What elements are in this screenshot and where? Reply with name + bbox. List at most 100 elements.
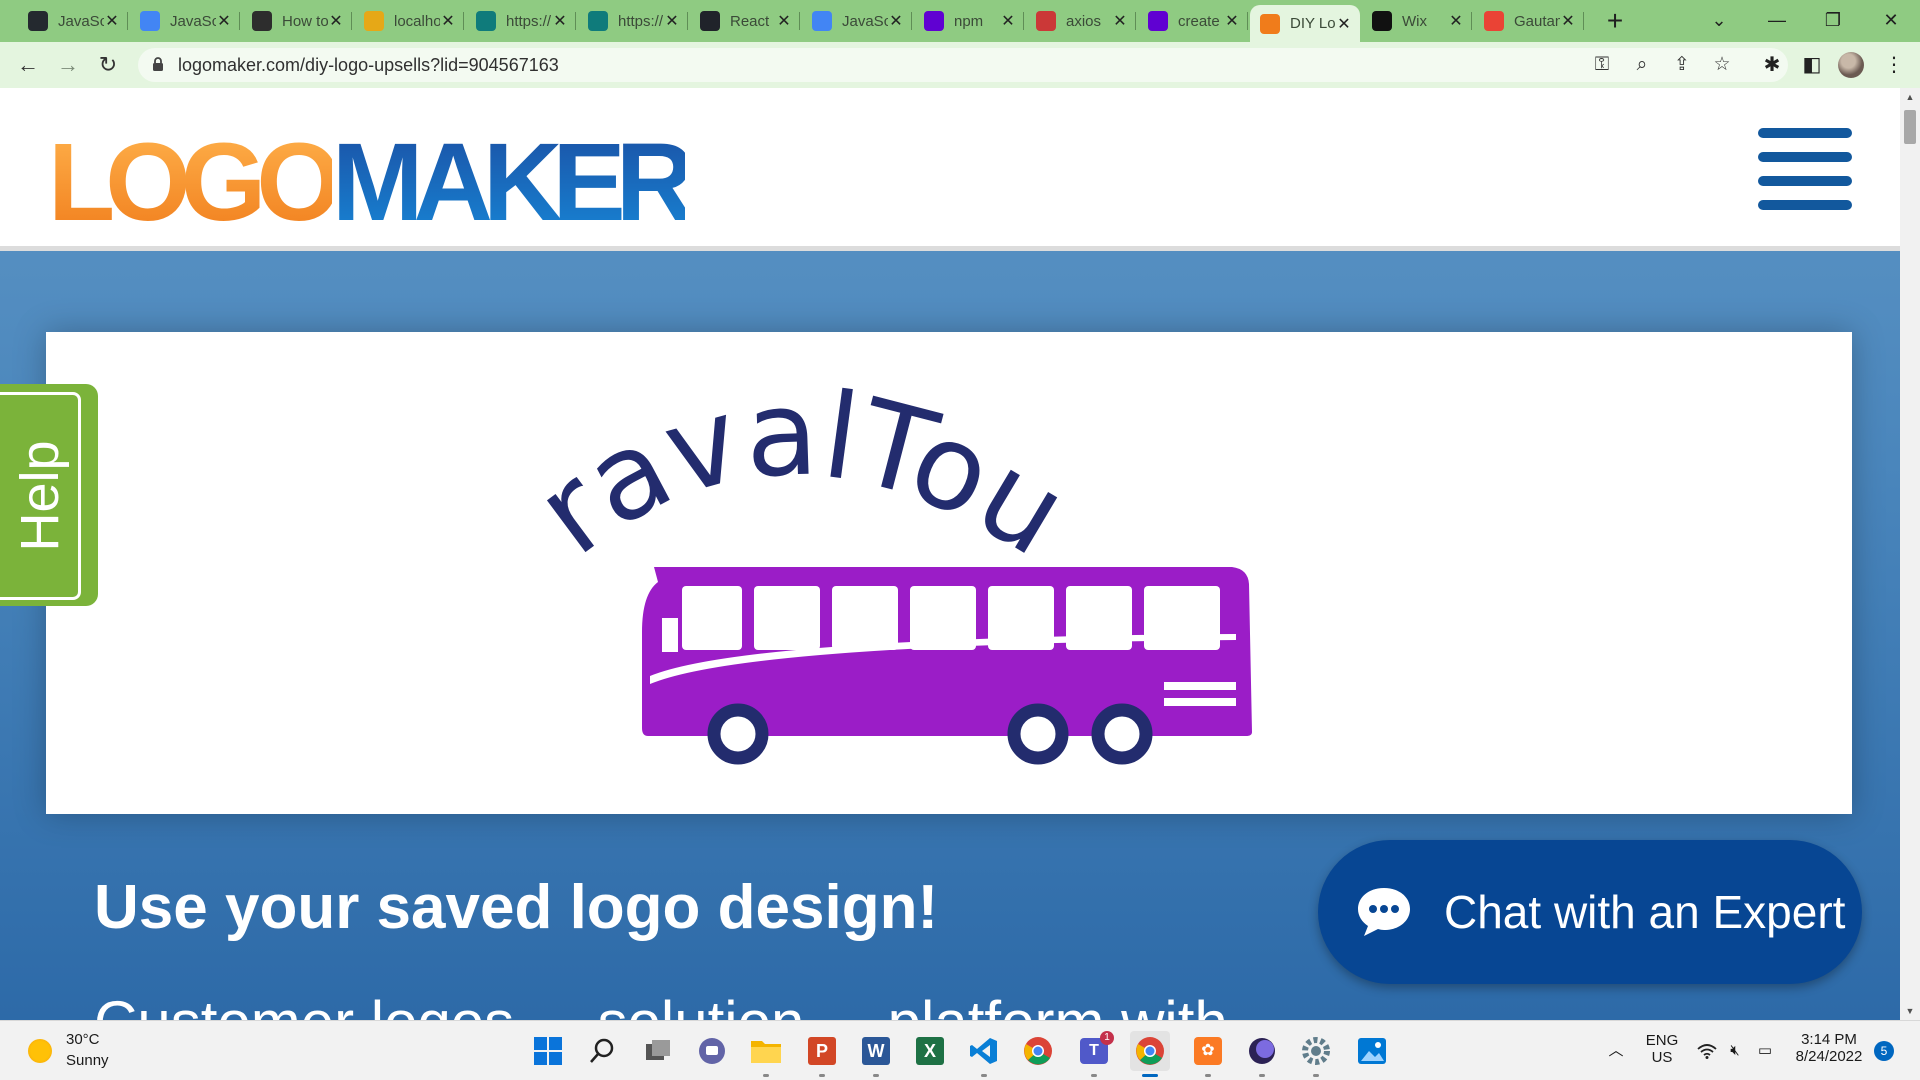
reload-button[interactable]: ↻ (92, 49, 124, 81)
wifi-icon[interactable] (1694, 1021, 1720, 1080)
browser-tab[interactable]: JavaScript✕ (802, 5, 912, 37)
vscode-icon[interactable] (966, 1033, 1002, 1077)
tab-close-icon[interactable]: ✕ (1112, 11, 1128, 31)
side-panel-icon[interactable]: ◧ (1796, 49, 1828, 81)
eclipse-icon[interactable] (1244, 1033, 1280, 1077)
tab-close-icon[interactable]: ✕ (1000, 11, 1016, 31)
address-bar[interactable]: logomaker.com/diy-logo-upsells?lid=90456… (138, 48, 1788, 82)
desktop-screen: JavaScript✕JavaScript✕How to✕localhost✕h… (0, 0, 1920, 1080)
wix-icon (1372, 11, 1392, 31)
tab-title: npm (954, 12, 984, 30)
tab-close-icon[interactable]: ✕ (1224, 11, 1240, 31)
scroll-down-arrow-icon[interactable]: ▼ (1900, 1002, 1920, 1020)
browser-tab[interactable]: JavaScript✕ (18, 5, 128, 37)
windows-logo-icon (534, 1037, 562, 1065)
browser-tab[interactable]: How to ✕ (242, 5, 352, 37)
close-window-button[interactable]: ✕ (1866, 0, 1916, 42)
word-icon[interactable]: W (858, 1033, 894, 1077)
weather-description[interactable]: Sunny (66, 1052, 109, 1069)
browser-tab[interactable]: Gautam✕ (1474, 5, 1584, 37)
forward-button[interactable]: → (52, 49, 84, 81)
tab-close-icon[interactable]: ✕ (552, 11, 568, 31)
running-indicator (1205, 1074, 1211, 1077)
browser-tab[interactable]: JavaScript✕ (130, 5, 240, 37)
running-indicator (1259, 1074, 1265, 1077)
language-indicator[interactable]: ENG US (1640, 1021, 1684, 1080)
browser-tab[interactable]: https://✕ (466, 5, 576, 37)
extensions-icon[interactable]: ✱ (1756, 49, 1788, 81)
browser-tab[interactable]: Wix ✕ (1362, 5, 1472, 37)
tab-close-icon[interactable]: ✕ (1448, 11, 1464, 31)
sun-icon[interactable] (28, 1039, 52, 1063)
search-icon[interactable] (584, 1033, 620, 1069)
tab-title: Wix (1402, 12, 1427, 30)
browser-tab[interactable]: DIY Logo✕ (1250, 5, 1360, 42)
share-icon[interactable]: ⇪ (1667, 50, 1697, 80)
back-button[interactable]: ← (12, 49, 44, 81)
tab-separator (687, 12, 688, 30)
browser-tab[interactable]: React ✕ (690, 5, 800, 37)
url-text[interactable]: logomaker.com/diy-logo-upsells?lid=90456… (178, 48, 559, 82)
tab-close-icon[interactable]: ✕ (664, 11, 680, 31)
settings-gear-icon[interactable] (1298, 1033, 1334, 1077)
browser-tab[interactable]: axios ✕ (1026, 5, 1136, 37)
scrollbar-thumb[interactable] (1904, 110, 1916, 144)
tab-search-icon[interactable]: ⌄ (1694, 0, 1744, 42)
chrome-profile-icon[interactable] (1130, 1031, 1170, 1077)
tab-close-icon[interactable]: ✕ (216, 11, 232, 31)
scroll-up-arrow-icon[interactable]: ▲ (1900, 88, 1920, 106)
teams-icon[interactable]: T 1 (1076, 1031, 1114, 1077)
hamburger-bar (1758, 152, 1852, 162)
powerpoint-icon[interactable]: P (804, 1033, 840, 1077)
clock[interactable]: 3:14 PM 8/24/2022 (1786, 1021, 1872, 1080)
weather-temperature[interactable]: 30°C (66, 1031, 100, 1048)
help-label: Help (10, 440, 70, 552)
browser-tab[interactable]: https://✕ (578, 5, 688, 37)
excel-icon[interactable]: X (912, 1033, 948, 1069)
password-key-icon[interactable]: ⚿ (1587, 50, 1617, 80)
tab-title: JavaScript (842, 12, 888, 30)
menu-kebab-icon[interactable]: ⋮ (1878, 49, 1910, 81)
tab-close-icon[interactable]: ✕ (888, 11, 904, 31)
browser-tab[interactable]: localhost✕ (354, 5, 464, 37)
hamburger-bar (1758, 200, 1852, 210)
tab-close-icon[interactable]: ✕ (328, 11, 344, 31)
bookmark-star-icon[interactable]: ☆ (1707, 50, 1737, 80)
xampp-icon[interactable]: ✿ (1190, 1033, 1226, 1077)
active-indicator (1142, 1074, 1158, 1077)
notification-badge[interactable]: 5 (1874, 1041, 1894, 1061)
photos-icon[interactable] (1354, 1033, 1390, 1069)
running-indicator (763, 1074, 769, 1077)
start-windows-icon[interactable] (530, 1033, 566, 1069)
chrome-icon[interactable] (1020, 1033, 1056, 1069)
tab-title: JavaScript (170, 12, 216, 30)
tab-close-icon[interactable]: ✕ (776, 11, 792, 31)
battery-icon[interactable]: ▭ (1752, 1021, 1778, 1080)
tab-close-icon[interactable]: ✕ (1560, 11, 1576, 31)
new-tab-button[interactable]: + (1598, 4, 1632, 38)
show-hidden-icons-chevron[interactable]: ︿ (1604, 1021, 1628, 1080)
restore-button[interactable]: ❐ (1808, 0, 1858, 42)
help-tab[interactable]: Help (0, 384, 98, 606)
teams-chat-icon[interactable] (694, 1033, 730, 1069)
zoom-icon[interactable]: ⌕ (1627, 50, 1657, 80)
tab-close-icon[interactable]: ✕ (104, 11, 120, 31)
tab-separator (351, 12, 352, 30)
page-scrollbar[interactable]: ▲ ▼ (1900, 88, 1920, 1020)
yahoo-icon (1148, 11, 1168, 31)
browser-tab[interactable]: create ✕ (1138, 5, 1248, 37)
file-explorer-icon[interactable] (748, 1033, 784, 1077)
chat-with-expert-button[interactable]: Chat with an Expert (1318, 840, 1862, 984)
browser-tab[interactable]: npm ✕ (914, 5, 1024, 37)
minimize-button[interactable]: — (1752, 0, 1802, 42)
speaker-muted-icon[interactable]: 🔇︎ (1722, 1021, 1748, 1080)
tab-title: localhost (394, 12, 440, 30)
task-view-icon[interactable] (640, 1033, 676, 1069)
profile-avatar[interactable] (1838, 52, 1864, 78)
logomaker-logo[interactable]: LOGOMAKER (48, 128, 695, 238)
tab-close-icon[interactable]: ✕ (440, 11, 456, 31)
lock-icon[interactable] (152, 57, 164, 71)
tab-close-icon[interactable]: ✕ (1336, 14, 1352, 34)
web-page: LOGOMAKER PravalTour (0, 88, 1900, 1020)
hamburger-menu-icon[interactable] (1758, 128, 1852, 210)
